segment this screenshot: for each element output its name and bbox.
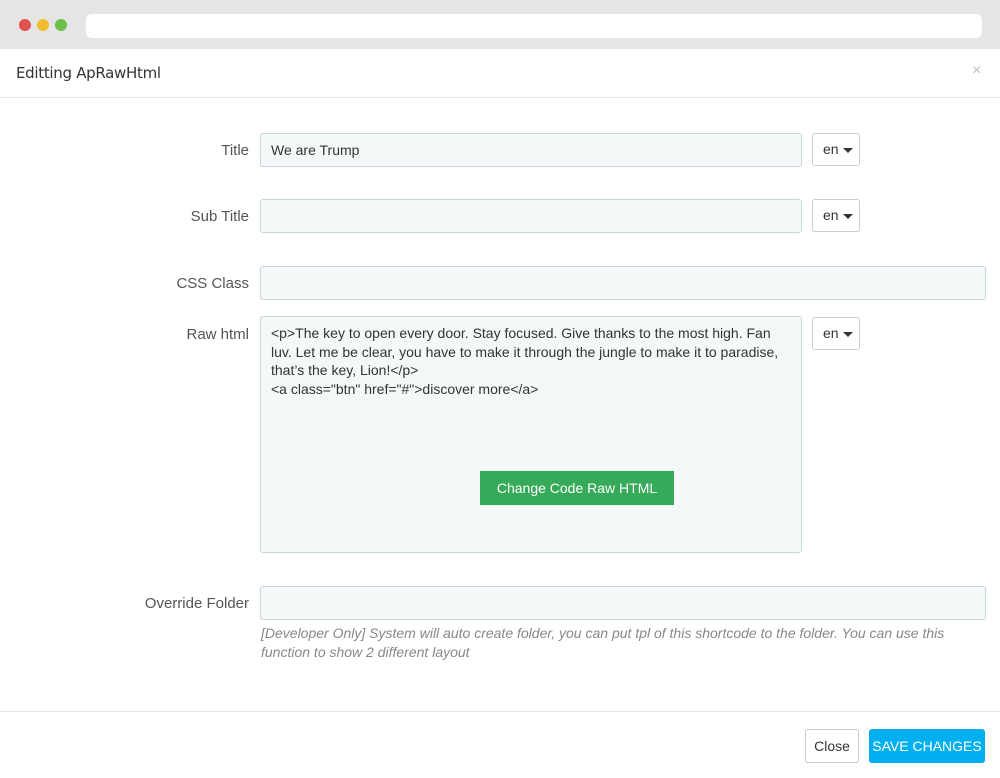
address-bar[interactable] (86, 14, 982, 38)
override-folder-help-text: [Developer Only] System will auto create… (261, 625, 945, 660)
minimize-window-dot[interactable] (37, 19, 49, 31)
close-icon[interactable]: × (972, 62, 981, 80)
modal-window: Editting ApRawHtml × Title en Sub Title … (0, 49, 1000, 778)
subtitle-input[interactable] (260, 199, 802, 233)
caret-down-icon (843, 148, 853, 153)
close-window-dot[interactable] (19, 19, 31, 31)
save-changes-button[interactable]: SAVE CHANGES (869, 729, 985, 763)
raw-html-lang-dropdown[interactable]: en (812, 317, 860, 350)
lang-code: en (823, 207, 839, 223)
raw-html-textarea[interactable]: <p>The key to open every door. Stay focu… (260, 316, 802, 553)
title-input[interactable] (260, 133, 802, 167)
close-button[interactable]: Close (805, 729, 859, 763)
modal-title: Editting ApRawHtml (16, 64, 161, 82)
modal-footer-divider (0, 711, 1000, 712)
override-folder-label: Override Folder (144, 595, 249, 612)
caret-down-icon (843, 332, 853, 337)
override-folder-input[interactable] (260, 586, 986, 620)
caret-down-icon (843, 214, 853, 219)
browser-chrome (0, 0, 1000, 49)
raw-html-label: Raw html (186, 326, 249, 343)
title-label: Title (221, 142, 249, 159)
change-code-raw-html-button[interactable]: Change Code Raw HTML (480, 471, 674, 505)
subtitle-label: Sub Title (190, 208, 249, 225)
lang-code: en (823, 325, 839, 341)
raw-html-code: <p>The key to open every door. Stay focu… (271, 325, 779, 397)
css-class-label: CSS Class (176, 275, 249, 292)
css-class-input[interactable] (260, 266, 986, 300)
lang-code: en (823, 141, 839, 157)
subtitle-lang-dropdown[interactable]: en (812, 199, 860, 232)
maximize-window-dot[interactable] (55, 19, 67, 31)
title-lang-dropdown[interactable]: en (812, 133, 860, 166)
modal-header: Editting ApRawHtml × (0, 49, 1000, 98)
